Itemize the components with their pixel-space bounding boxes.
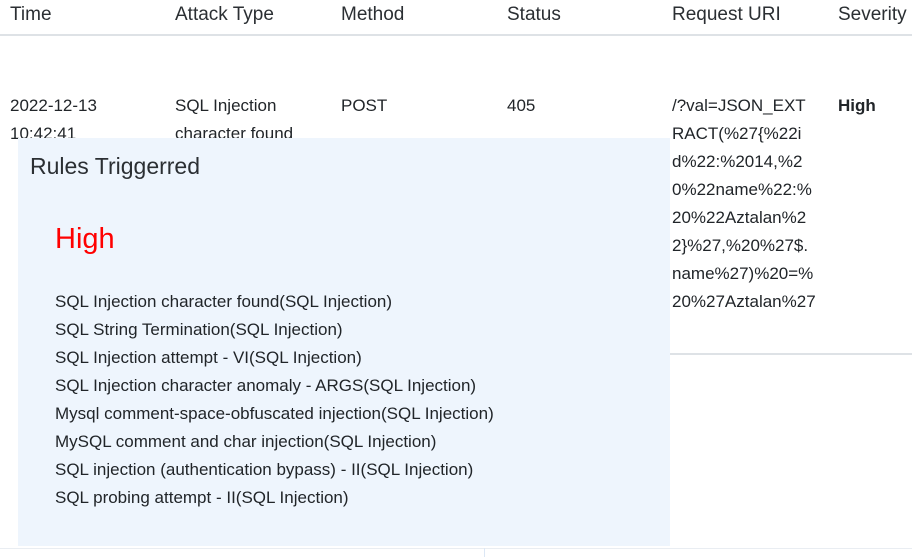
status-badge: High [838, 92, 912, 120]
column-header-time[interactable]: Time [10, 2, 52, 28]
list-item: SQL Injection character anomaly - ARGS(S… [55, 372, 655, 400]
list-item: MySQL comment and char injection(SQL Inj… [55, 428, 655, 456]
row-divider [670, 353, 912, 355]
list-item: Mysql comment-space-obfuscated injection… [55, 400, 655, 428]
cell-method: POST [341, 92, 491, 120]
rules-triggered-list: SQL Injection character found(SQL Inject… [55, 288, 655, 512]
column-header-request-uri[interactable]: Request URI [672, 2, 781, 28]
column-tick-mark [484, 548, 485, 557]
rules-panel-title: Rules Triggerred [30, 151, 200, 181]
list-item: SQL String Termination(SQL Injection) [55, 316, 655, 344]
list-item: SQL injection (authentication bypass) - … [55, 456, 655, 484]
list-item: SQL Injection attempt - VI(SQL Injection… [55, 344, 655, 372]
cell-request-uri: /?val=JSON_EXTRACT(%27{%22id%22:%2014,%2… [672, 92, 817, 316]
table-header-row: Time Attack Type Method Status Request U… [0, 0, 912, 34]
rules-triggered-panel: Rules Triggerred High SQL Injection char… [18, 138, 670, 546]
row-divider-lower [0, 548, 912, 549]
column-header-attack-type[interactable]: Attack Type [175, 2, 274, 28]
list-item: SQL probing attempt - II(SQL Injection) [55, 484, 655, 512]
list-item: SQL Injection character found(SQL Inject… [55, 288, 655, 316]
cell-status: 405 [507, 92, 657, 120]
column-header-method[interactable]: Method [341, 2, 404, 28]
column-header-status[interactable]: Status [507, 2, 561, 28]
rules-severity-label: High [55, 221, 115, 257]
column-header-severity[interactable]: Severity [838, 2, 907, 28]
